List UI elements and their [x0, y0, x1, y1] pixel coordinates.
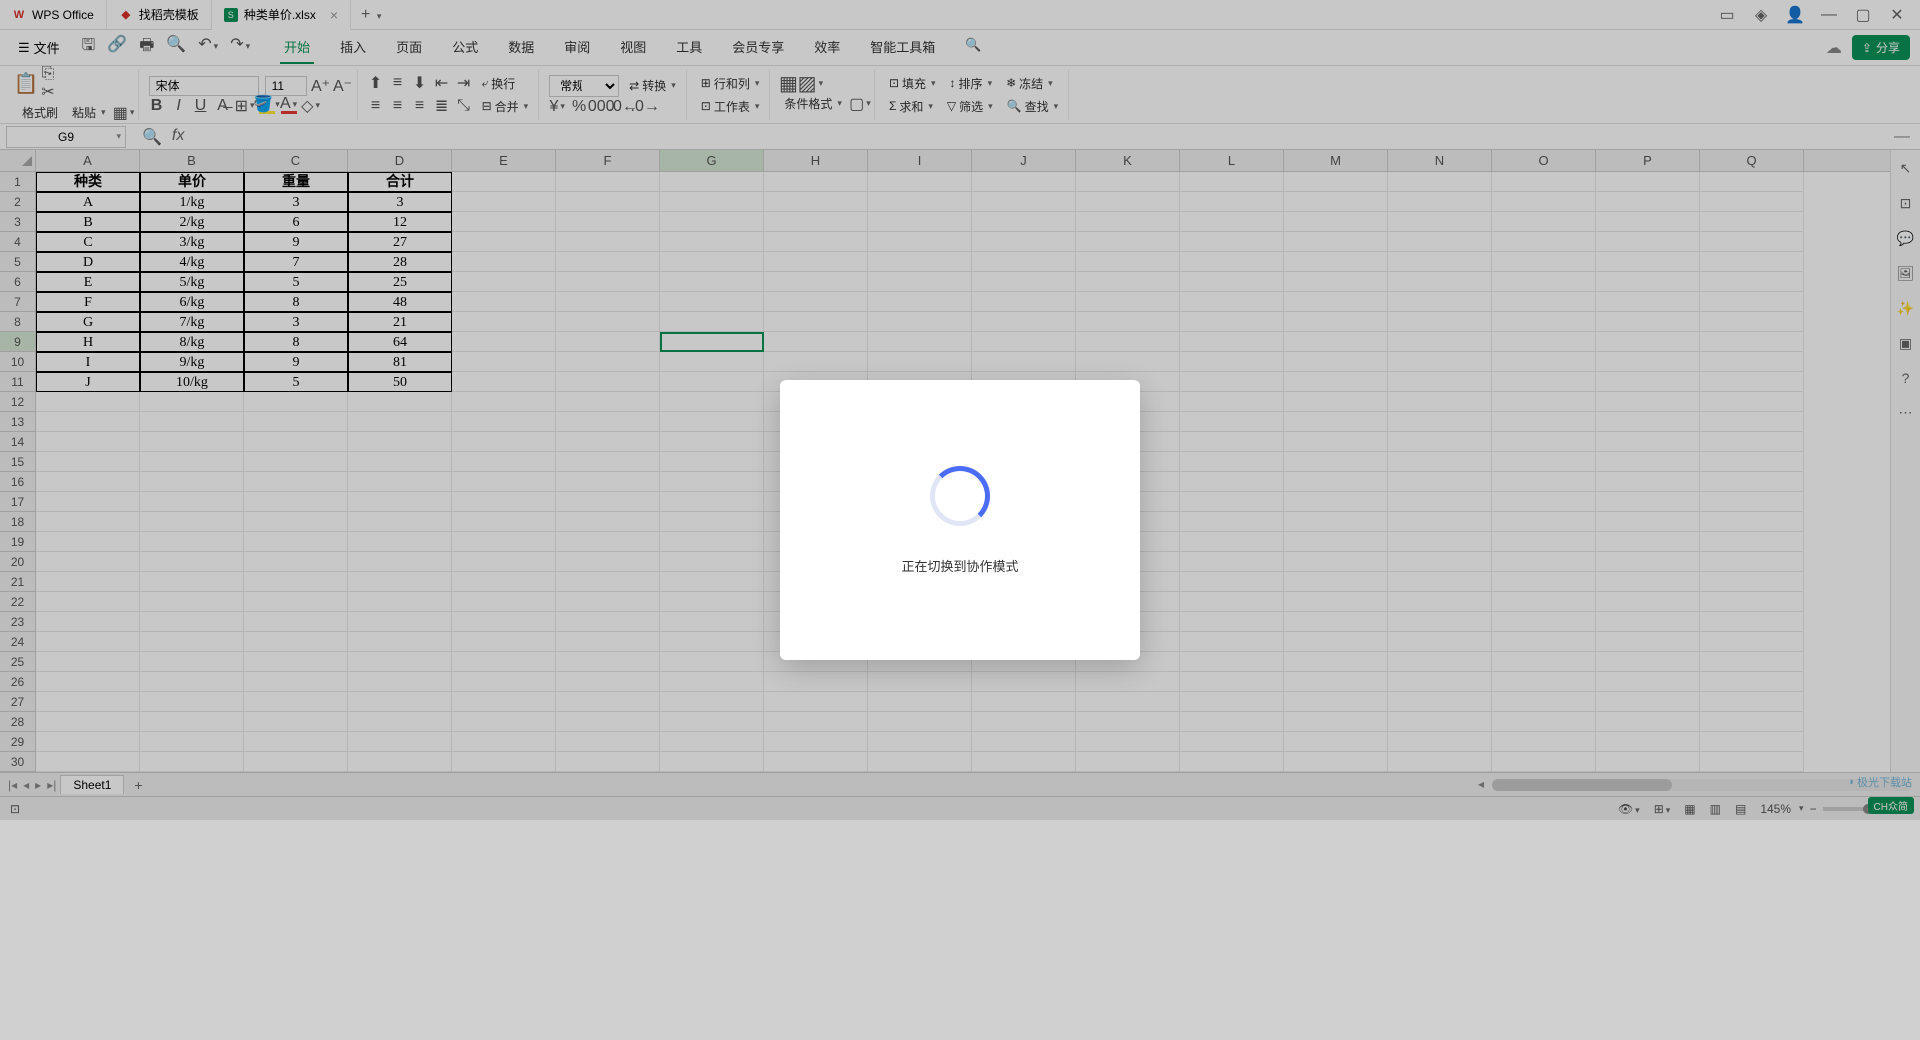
loading-modal: 正在切换到协作模式: [780, 380, 1140, 660]
spinner-icon: [930, 466, 990, 526]
modal-overlay: 正在切换到协作模式: [0, 0, 1920, 1040]
modal-message: 正在切换到协作模式: [901, 556, 1018, 575]
